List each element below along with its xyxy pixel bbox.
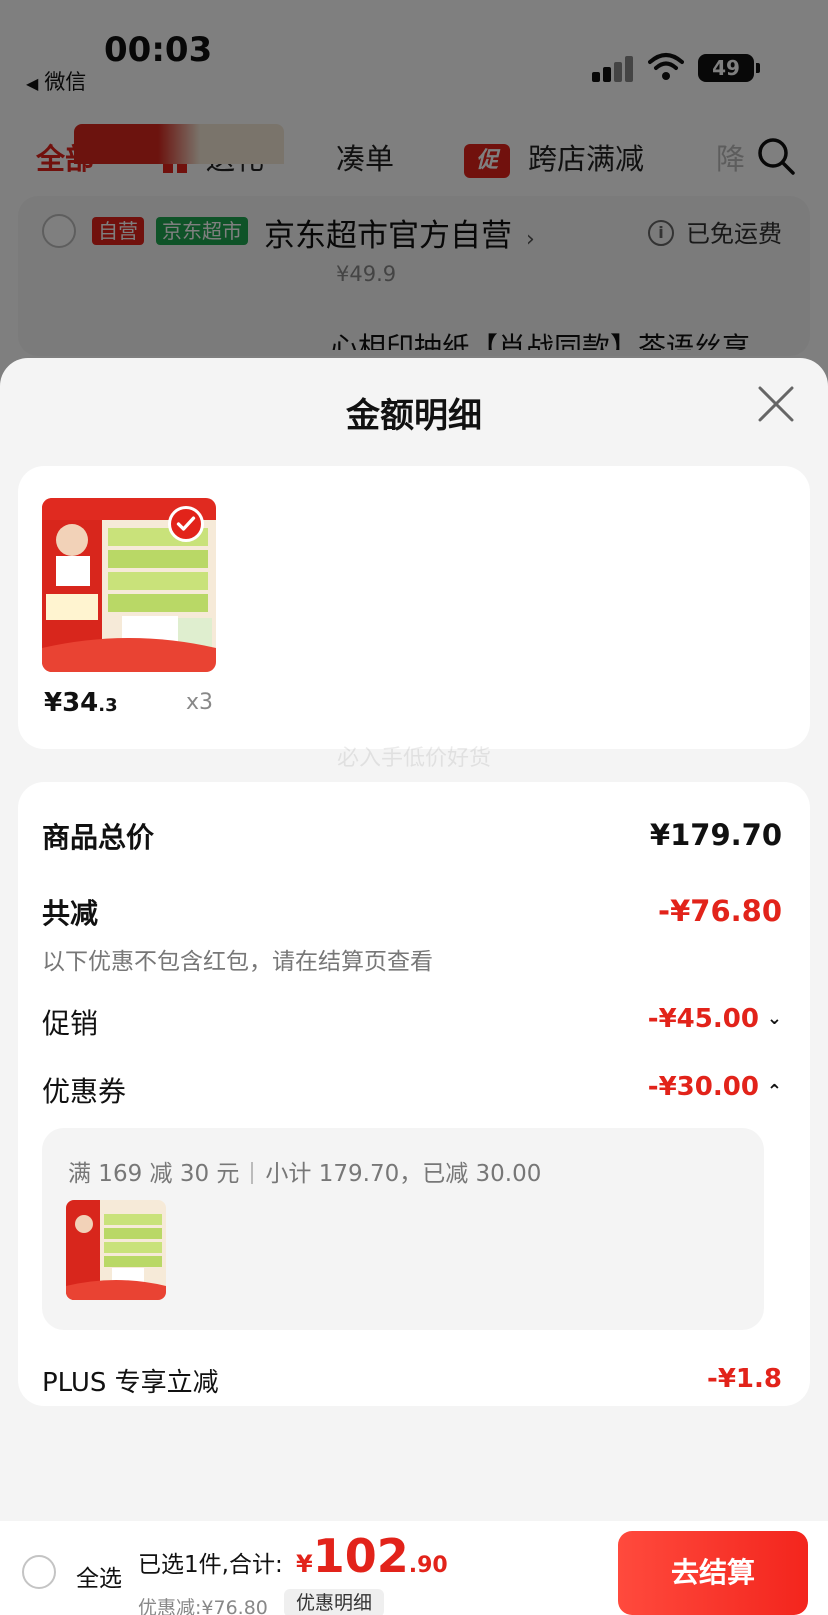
- promotion-value: -¥45.00: [647, 1004, 759, 1034]
- chevron-up-icon: ⌃: [766, 1081, 782, 1102]
- watermark-text: 必入手低价好货: [336, 746, 491, 771]
- total-currency: ¥: [296, 1550, 313, 1578]
- promotion-row[interactable]: -¥45.00 ⌄: [648, 1004, 782, 1034]
- checkout-bar: 全选 已选1件,合计: ¥102.90 优惠减:¥76.80 优惠明细 去结算: [0, 1521, 828, 1615]
- close-icon[interactable]: [754, 382, 798, 426]
- coupon-rule: 满 169 减 30 元: [68, 1161, 240, 1187]
- discount-amount: 优惠减:¥76.80: [138, 1597, 268, 1615]
- coupon-product-image: [66, 1200, 166, 1300]
- plus-discount-label: PLUS 专享立减: [42, 1368, 219, 1398]
- total-amount: ¥102.90: [296, 1529, 448, 1583]
- discount-detail-button[interactable]: 优惠明细: [284, 1589, 385, 1615]
- promotion-label: 促销: [42, 1007, 99, 1040]
- coupon-rule-line: 满 169 减 30 元小计 179.70，已减 30.00: [68, 1154, 541, 1188]
- select-all-radio[interactable]: [22, 1555, 56, 1589]
- coupon-value: -¥30.00: [647, 1072, 759, 1102]
- chevron-down-icon: ⌄: [766, 1008, 782, 1029]
- product-price-dec: .3: [98, 695, 118, 716]
- reduction-note: 以下优惠不包含红包，请在结算页查看: [42, 949, 433, 975]
- total-reduction-value: -¥76.80: [658, 894, 782, 928]
- plus-discount-value: -¥1.8: [707, 1364, 782, 1394]
- select-all-label[interactable]: 全选: [76, 1559, 122, 1593]
- sheet-title: 金额明细: [346, 396, 482, 436]
- total-price-value: ¥179.70: [649, 818, 782, 852]
- product-quantity: x3: [186, 690, 214, 715]
- amount-detail-sheet: 金额明细 ¥34.3 x3 必入手低价好货 商品总价 ¥179.70 共减 -¥…: [0, 358, 828, 1523]
- coupon-subtotal: 小计 179.70，已减 30.00: [265, 1161, 542, 1187]
- selected-check-icon: [168, 506, 204, 542]
- selected-products-card: ¥34.3 x3: [18, 466, 810, 749]
- coupon-label: 优惠券: [42, 1075, 127, 1108]
- total-dec: .90: [408, 1553, 448, 1578]
- coupon-row[interactable]: -¥30.00 ⌃: [648, 1072, 782, 1102]
- total-price-label: 商品总价: [42, 821, 155, 854]
- total-reduction-label: 共减: [42, 897, 99, 930]
- coupon-detail-box: 满 169 减 30 元小计 179.70，已减 30.00: [42, 1128, 764, 1330]
- product-price-int: ¥34: [44, 688, 99, 718]
- checkout-button[interactable]: 去结算: [618, 1531, 808, 1615]
- divider: [251, 1162, 254, 1184]
- selected-count: 已选1件,合计:: [138, 1552, 283, 1578]
- total-int: 102: [312, 1529, 409, 1583]
- price-breakdown-card: 商品总价 ¥179.70 共减 -¥76.80 以下优惠不包含红包，请在结算页查…: [18, 782, 810, 1406]
- product-price: ¥34.3: [44, 688, 118, 718]
